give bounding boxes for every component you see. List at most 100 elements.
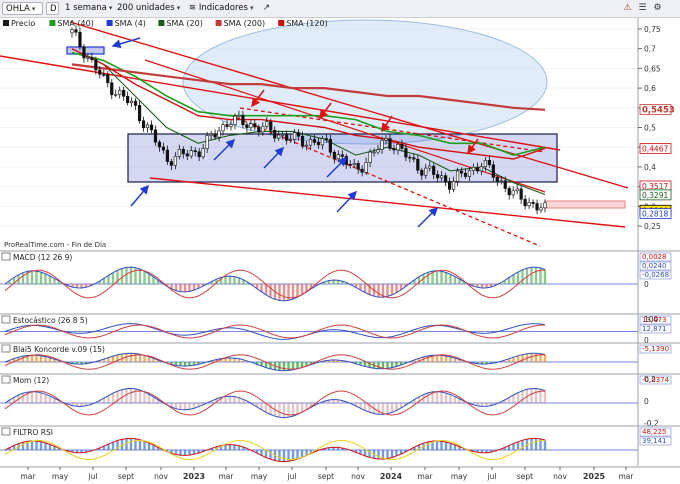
candle-body bbox=[404, 148, 408, 158]
panel-macd: MACD (12 26 9) 0,00280,0240-0,02680 bbox=[0, 250, 680, 302]
time-label: may bbox=[251, 472, 268, 481]
candle-body bbox=[368, 151, 372, 163]
candle-body bbox=[209, 133, 213, 136]
target-zone bbox=[544, 200, 626, 209]
candle-body bbox=[86, 56, 90, 59]
candle-body bbox=[106, 74, 110, 84]
legend-entry[interactable]: SMA (4) bbox=[115, 19, 146, 28]
candle-body bbox=[316, 142, 321, 146]
candle-body bbox=[110, 82, 114, 96]
candle-body bbox=[380, 139, 384, 150]
candle-body bbox=[515, 188, 519, 192]
time-label: sept bbox=[517, 472, 533, 481]
candle-body bbox=[348, 164, 352, 166]
tick-label: 0,7 bbox=[644, 45, 656, 54]
legend-entry[interactable]: SMA (120) bbox=[286, 19, 328, 28]
candle-body bbox=[308, 139, 313, 146]
candle-body bbox=[467, 170, 472, 177]
candle-body bbox=[229, 124, 233, 127]
svg-text:0,2818: 0,2818 bbox=[642, 210, 668, 219]
candle-body bbox=[372, 151, 376, 154]
panel-mom: Mom (12) -0,03740,20-0,2 bbox=[0, 373, 680, 428]
time-label: mar bbox=[418, 472, 434, 481]
candle-body bbox=[169, 161, 173, 166]
time-label: nov bbox=[154, 472, 168, 481]
candle-body bbox=[245, 124, 249, 128]
price-tag: 0,5453 bbox=[639, 104, 675, 116]
legend-swatch bbox=[3, 20, 9, 26]
candle-body bbox=[448, 181, 452, 190]
candle-body bbox=[141, 120, 146, 129]
candle-body bbox=[249, 123, 253, 128]
candle-body bbox=[400, 144, 404, 149]
candle-body bbox=[193, 150, 197, 153]
candle-body bbox=[118, 89, 122, 95]
legend-entry[interactable]: SMA (40) bbox=[57, 19, 93, 28]
candle-body bbox=[149, 124, 154, 131]
candle-body bbox=[197, 151, 201, 158]
candle-body bbox=[364, 162, 368, 173]
candle-body bbox=[479, 166, 484, 172]
candle-body bbox=[483, 159, 487, 168]
candle-body bbox=[213, 133, 217, 138]
panel-title[interactable]: Mom (12) bbox=[13, 376, 49, 385]
panel-value-tag: 0,0028 bbox=[642, 253, 667, 261]
candle-body bbox=[257, 126, 261, 133]
time-axis: mar may jul sept nov 2023 mar may jul sept nov 2024… bbox=[21, 467, 635, 481]
time-label: mar bbox=[619, 472, 635, 481]
chart-canvas: Precio SMA (40) SMA (4) SMA (20) SMA (200) SM… bbox=[0, 18, 680, 484]
candle-body bbox=[205, 135, 209, 149]
legend-entry[interactable]: SMA (200) bbox=[224, 19, 266, 28]
candle-body bbox=[189, 150, 193, 157]
candle-body bbox=[273, 129, 277, 139]
time-label: jul bbox=[487, 472, 497, 481]
candle-body bbox=[416, 158, 420, 171]
candle-body bbox=[543, 202, 547, 209]
svg-text:0,4467: 0,4467 bbox=[642, 145, 668, 154]
panel-title[interactable]: FILTRO RSI bbox=[13, 428, 53, 437]
price-tag: 0,2818 bbox=[639, 208, 672, 219]
candle-body bbox=[360, 168, 364, 173]
candle-body bbox=[292, 132, 297, 140]
candle-body bbox=[336, 154, 340, 160]
panel-tick: 0 bbox=[644, 397, 649, 406]
candle-body bbox=[440, 175, 444, 179]
candle-body bbox=[539, 207, 543, 211]
candle-body bbox=[237, 114, 241, 117]
candle-body bbox=[519, 188, 523, 200]
time-label: 2023 bbox=[183, 472, 205, 481]
source-label: ProRealTime.com - Fin de Día bbox=[4, 241, 106, 249]
candle-body bbox=[332, 151, 336, 160]
tick-label: 0,75 bbox=[644, 25, 661, 34]
panel-title[interactable]: Estocástico (26 8 5) bbox=[13, 316, 88, 325]
legend-swatch bbox=[158, 20, 165, 26]
time-label: sept bbox=[318, 472, 334, 481]
candle-body bbox=[137, 105, 142, 122]
time-label: 2025 bbox=[583, 472, 606, 481]
panel-tick: -0,2 bbox=[644, 419, 659, 428]
candle-body bbox=[511, 190, 515, 196]
legend-swatch bbox=[278, 20, 285, 26]
panel-title[interactable]: Blai5 Koncorde v.09 (15) bbox=[13, 345, 105, 354]
candle-body bbox=[432, 165, 436, 175]
candle-body bbox=[74, 29, 78, 33]
candle-body bbox=[122, 89, 126, 97]
candle-body bbox=[495, 177, 499, 182]
panel-title[interactable]: MACD (12 26 9) bbox=[13, 253, 72, 262]
candle-body bbox=[523, 198, 527, 207]
panel-blai: Blai5 Koncorde v.09 (15) -5,1390 bbox=[0, 342, 680, 372]
candle-body bbox=[133, 100, 138, 106]
legend-entry[interactable]: SMA (20) bbox=[166, 19, 202, 28]
candle-body bbox=[424, 167, 428, 176]
candle-body bbox=[408, 156, 412, 159]
time-label: jul bbox=[287, 472, 297, 481]
candle-body bbox=[233, 115, 237, 125]
tick-label: 0,25 bbox=[644, 222, 661, 231]
candle-body bbox=[320, 138, 325, 146]
time-label: may bbox=[451, 472, 468, 481]
time-label: 2024 bbox=[380, 472, 403, 481]
legend-entry[interactable]: Precio bbox=[11, 19, 35, 28]
candle-body bbox=[157, 141, 162, 148]
candle-body bbox=[102, 74, 106, 76]
candle-body bbox=[304, 144, 309, 147]
